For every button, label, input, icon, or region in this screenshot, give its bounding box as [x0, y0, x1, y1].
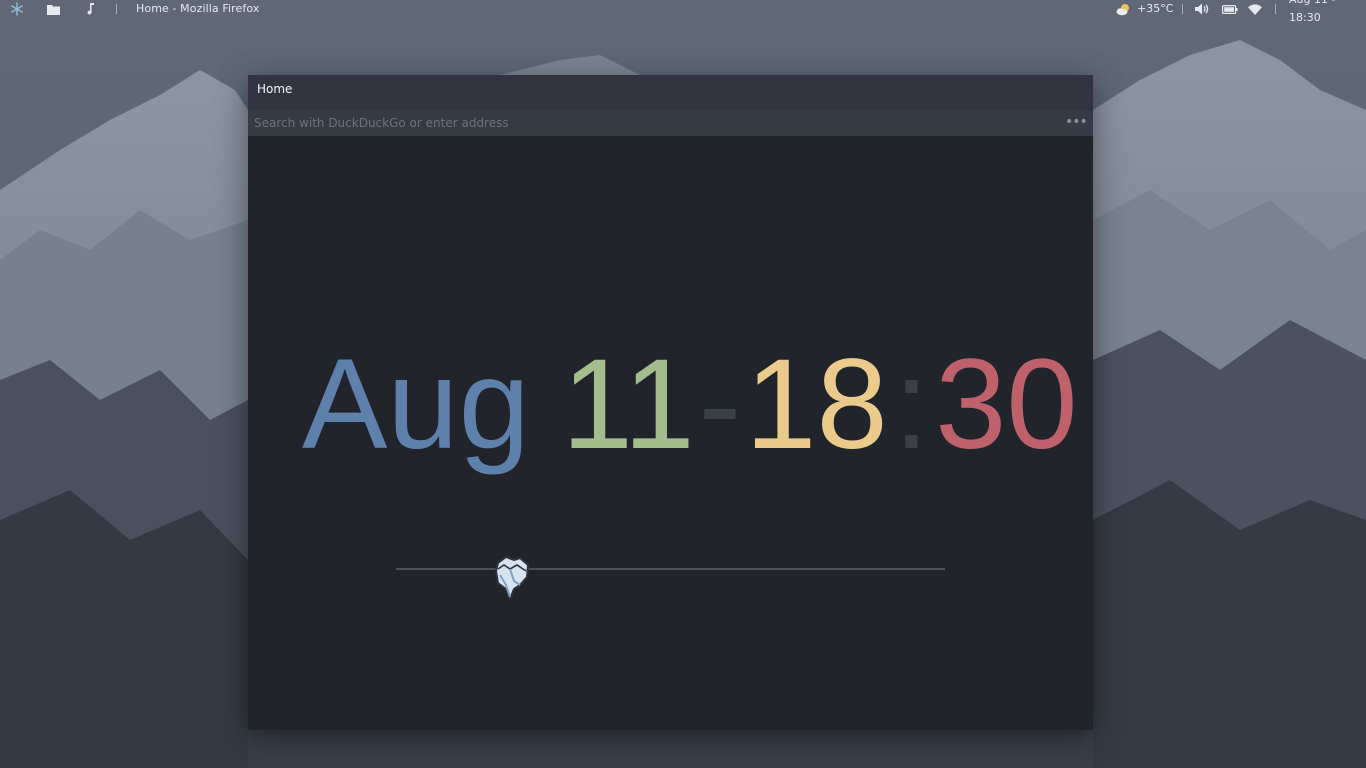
volume-icon[interactable]	[1195, 0, 1210, 18]
clock-hour: 18	[745, 333, 888, 476]
battery-icon[interactable]	[1222, 0, 1238, 18]
clock-datetime[interactable]: Aug 11 - 18:30	[1289, 0, 1366, 24]
iceberg-icon[interactable]	[490, 555, 532, 603]
weather-temperature: +35°C	[1137, 2, 1174, 15]
separator	[1275, 4, 1276, 14]
clock-day: 11	[561, 333, 695, 476]
folder-icon[interactable]	[47, 0, 60, 18]
browser-toolbar: Home •••	[248, 75, 1093, 136]
clock-month: Aug	[302, 333, 530, 476]
music-note-icon[interactable]	[86, 0, 95, 18]
url-bar: •••	[248, 110, 1093, 136]
wifi-icon[interactable]	[1248, 0, 1262, 18]
date-time-display: Aug 11 - 18 : 30	[302, 333, 1078, 476]
clock-minute: 30	[935, 333, 1078, 476]
address-input[interactable]	[248, 110, 1048, 136]
window-title: Home - Mozilla Firefox	[136, 2, 260, 15]
separator	[1182, 4, 1183, 14]
tab-home[interactable]: Home	[257, 82, 292, 96]
clock-colon: :	[893, 333, 930, 476]
firefox-window: Home ••• Aug 11 - 18 : 30	[248, 75, 1093, 730]
page-actions-menu-icon[interactable]: •••	[1065, 115, 1088, 131]
separator	[116, 4, 117, 14]
clock-dash: -	[698, 333, 742, 476]
slider-track[interactable]	[396, 568, 945, 570]
top-panel: Home - Mozilla Firefox +35°C Aug 11 - 18…	[0, 0, 1366, 24]
partly-sunny-icon	[1116, 0, 1131, 18]
snowflake-icon[interactable]	[10, 0, 24, 18]
